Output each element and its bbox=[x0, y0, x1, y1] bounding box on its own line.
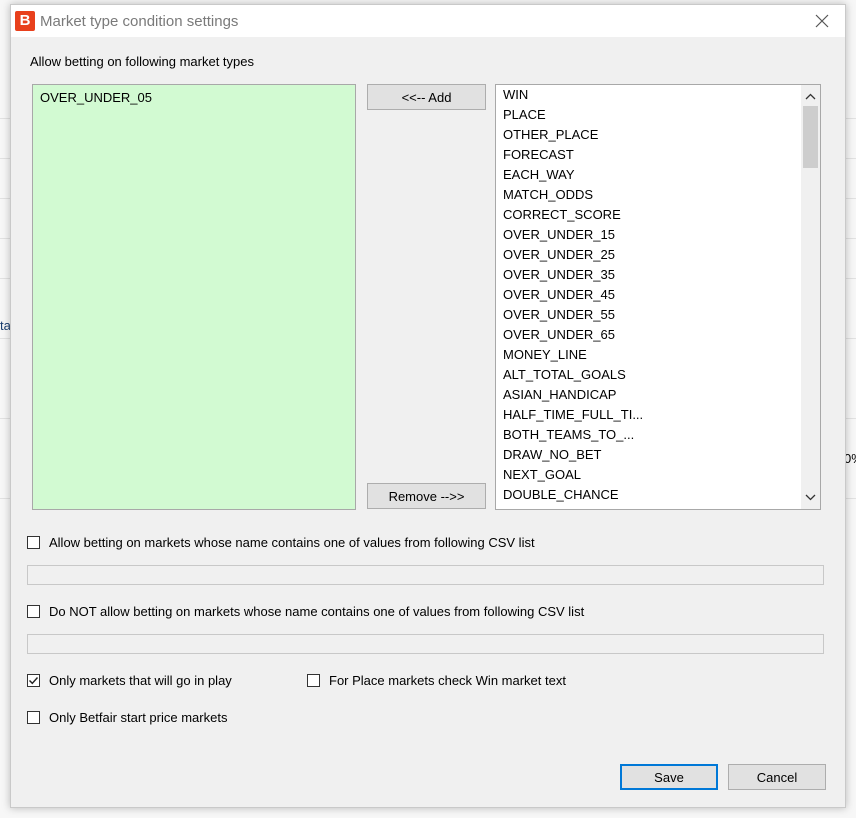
available-list-item[interactable]: DRAW_NO_BET bbox=[496, 445, 798, 465]
available-list-item[interactable]: PLACE bbox=[496, 105, 798, 125]
available-list-item[interactable]: EACH_WAY bbox=[496, 165, 798, 185]
in-play-label: Only markets that will go in play bbox=[49, 673, 232, 688]
bsp-checkbox[interactable] bbox=[27, 711, 40, 724]
market-type-dialog: B Market type condition settings Allow b… bbox=[10, 4, 846, 808]
app-logo-icon: B bbox=[15, 11, 35, 31]
chevron-down-icon bbox=[805, 494, 816, 500]
available-list-item[interactable]: MATCH_ODDS bbox=[496, 185, 798, 205]
allowed-market-list[interactable]: OVER_UNDER_05 bbox=[32, 84, 356, 510]
available-list-item[interactable]: OVER_UNDER_55 bbox=[496, 305, 798, 325]
available-list-item[interactable]: OVER_UNDER_65 bbox=[496, 325, 798, 345]
available-market-list[interactable]: WIN PLACE OTHER_PLACE FORECAST EACH_WAY MATCH… bbox=[495, 84, 821, 510]
available-list-item[interactable]: OVER_UNDER_15 bbox=[496, 225, 798, 245]
in-play-checkbox-row[interactable]: Only markets that will go in play bbox=[27, 673, 232, 688]
available-list-item[interactable]: FORECAST bbox=[496, 145, 798, 165]
available-list-item[interactable]: DOUBLE_CHANCE bbox=[496, 485, 798, 505]
vertical-scrollbar[interactable] bbox=[801, 85, 820, 509]
place-win-label: For Place markets check Win market text bbox=[329, 673, 566, 688]
csv-disallow-checkbox-row[interactable]: Do NOT allow betting on markets whose na… bbox=[27, 604, 584, 619]
csv-disallow-label: Do NOT allow betting on markets whose na… bbox=[49, 604, 585, 619]
available-list-item[interactable]: HALF_TIME_FULL_TI... bbox=[496, 405, 798, 425]
available-list-item[interactable]: NEXT_GOAL bbox=[496, 465, 798, 485]
bsp-label: Only Betfair start price markets bbox=[49, 710, 228, 725]
section-label: Allow betting on following market types bbox=[30, 54, 255, 69]
csv-allow-input[interactable] bbox=[27, 565, 824, 585]
scroll-up-arrow[interactable] bbox=[801, 87, 820, 105]
check-icon bbox=[29, 677, 39, 685]
title-bar: B Market type condition settings bbox=[11, 5, 845, 37]
available-list-item[interactable]: ASIAN_HANDICAP bbox=[496, 385, 798, 405]
csv-allow-label: Allow betting on markets whose name cont… bbox=[49, 535, 535, 550]
cancel-button[interactable]: Cancel bbox=[728, 764, 826, 790]
scroll-thumb[interactable] bbox=[803, 106, 818, 168]
csv-allow-checkbox-row[interactable]: Allow betting on markets whose name cont… bbox=[27, 535, 535, 550]
bsp-checkbox-row[interactable]: Only Betfair start price markets bbox=[27, 710, 227, 725]
remove-button[interactable]: Remove -->> bbox=[367, 483, 486, 509]
available-list-items: WIN PLACE OTHER_PLACE FORECAST EACH_WAY MATCH… bbox=[496, 85, 798, 505]
save-button[interactable]: Save bbox=[620, 764, 718, 790]
chevron-up-icon bbox=[805, 93, 816, 99]
available-list-item[interactable]: BOTH_TEAMS_TO_... bbox=[496, 425, 798, 445]
available-list-item[interactable]: WIN bbox=[496, 85, 798, 105]
available-list-item[interactable]: ALT_TOTAL_GOALS bbox=[496, 365, 798, 385]
close-button[interactable] bbox=[799, 5, 845, 37]
allowed-list-item[interactable]: OVER_UNDER_05 bbox=[40, 90, 152, 105]
csv-allow-checkbox[interactable] bbox=[27, 536, 40, 549]
close-icon bbox=[815, 14, 829, 28]
available-list-item[interactable]: OVER_UNDER_45 bbox=[496, 285, 798, 305]
available-list-item[interactable]: CORRECT_SCORE bbox=[496, 205, 798, 225]
csv-disallow-checkbox[interactable] bbox=[27, 605, 40, 618]
dialog-title: Market type condition settings bbox=[40, 13, 239, 30]
available-list-item[interactable]: OTHER_PLACE bbox=[496, 125, 798, 145]
place-win-checkbox[interactable] bbox=[307, 674, 320, 687]
csv-disallow-input[interactable] bbox=[27, 634, 824, 654]
available-list-item[interactable]: MONEY_LINE bbox=[496, 345, 798, 365]
available-list-item[interactable]: OVER_UNDER_35 bbox=[496, 265, 798, 285]
scroll-down-arrow[interactable] bbox=[801, 488, 820, 506]
place-win-checkbox-row[interactable]: For Place markets check Win market text bbox=[307, 673, 566, 688]
in-play-checkbox[interactable] bbox=[27, 674, 40, 687]
available-list-item[interactable]: OVER_UNDER_25 bbox=[496, 245, 798, 265]
add-button[interactable]: <<-- Add bbox=[367, 84, 486, 110]
